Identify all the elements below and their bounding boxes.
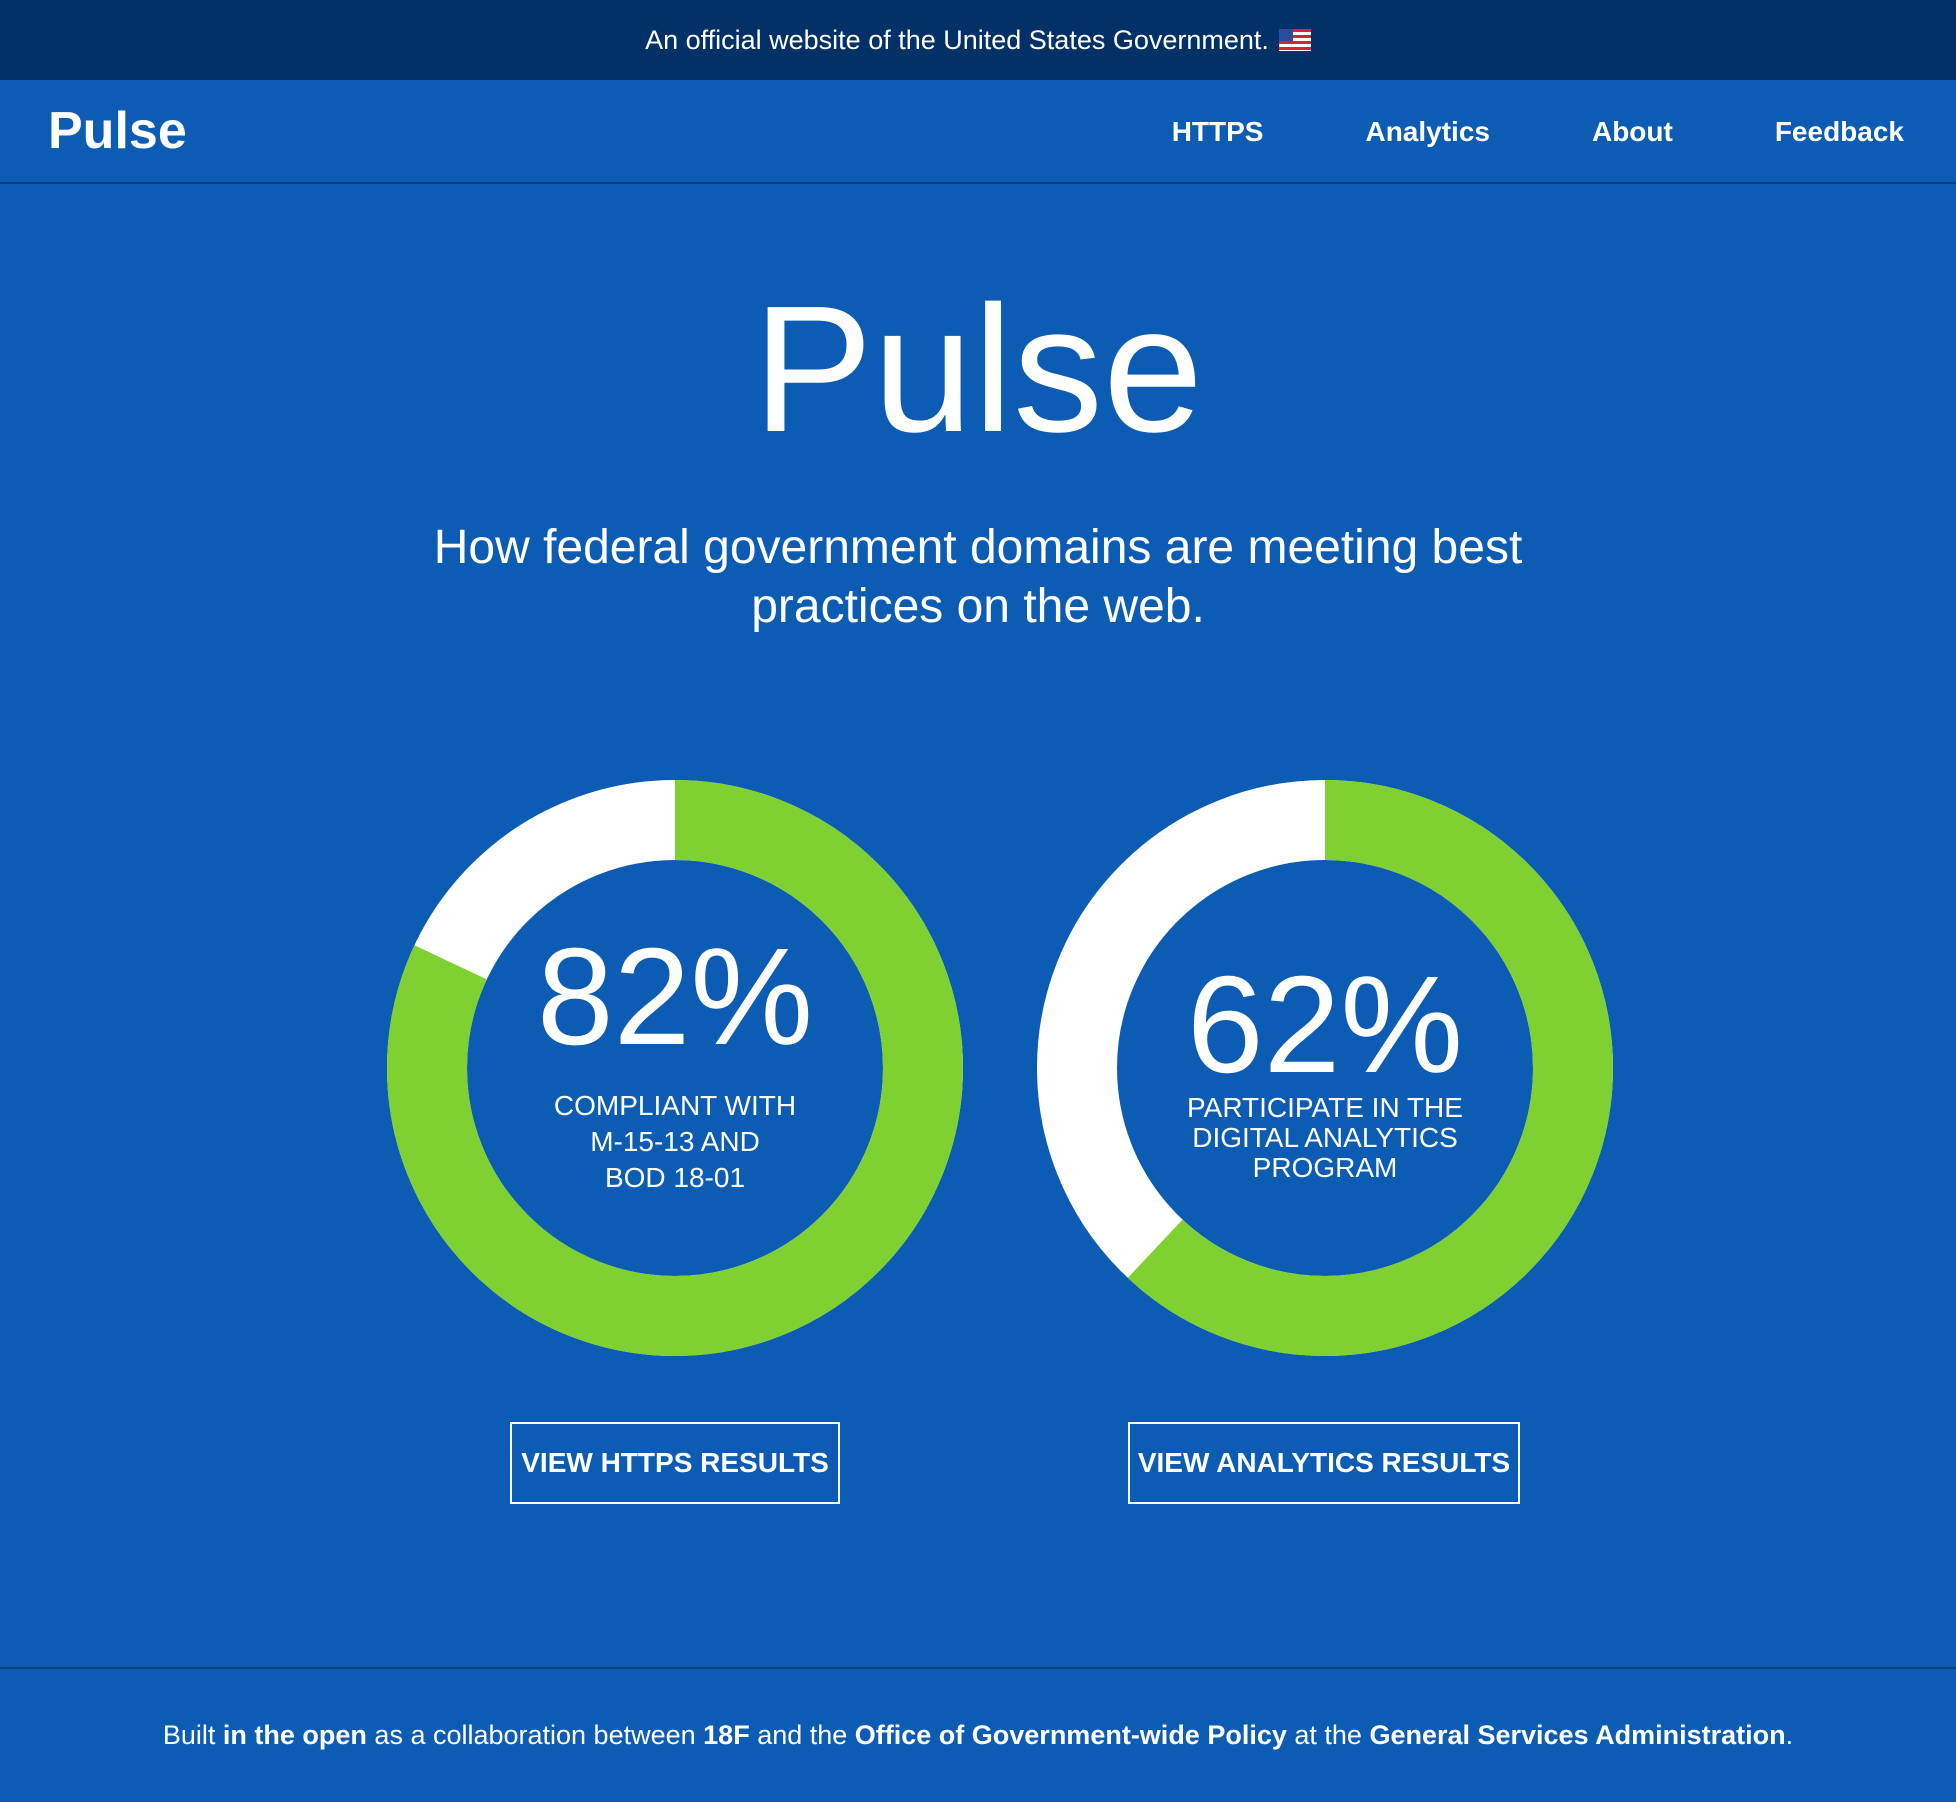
https-desc-line: BOD 18-01 <box>604 1162 746 1193</box>
analytics-desc-line: DIGITAL ANALYTICS <box>1192 1122 1458 1153</box>
analytics-donut-center: 62% PARTICIPATE IN THE DIGITAL ANALYTICS… <box>1037 780 1613 1356</box>
site-footer: Built in the open as a collaboration bet… <box>0 1667 1956 1802</box>
nav-analytics[interactable]: Analytics <box>1365 110 1490 154</box>
hero-subtitle: How federal government domains are meeti… <box>433 521 1523 633</box>
https-percent: 82% <box>536 920 814 1074</box>
analytics-percent: 62% <box>1186 948 1464 1102</box>
view-analytics-results-button[interactable]: VIEW ANALYTICS RESULTS <box>1128 1422 1520 1504</box>
nav-feedback[interactable]: Feedback <box>1775 110 1904 154</box>
https-desc-line: COMPLIANT WITH <box>553 1090 797 1121</box>
site-header: Pulse HTTPS Analytics About Feedback <box>0 80 1956 184</box>
gov-banner: An official website of the United States… <box>0 0 1956 80</box>
analytics-description: PARTICIPATE IN THE DIGITAL ANALYTICS PRO… <box>1165 1093 1485 1183</box>
footer-text-part: . <box>1785 1720 1794 1750</box>
ogp-link[interactable]: Office of Government-wide Policy <box>855 1720 1287 1750</box>
nav-about[interactable]: About <box>1592 110 1673 154</box>
https-donut-chart: 82% COMPLIANT WITH M-15-13 AND BOD 18-01 <box>387 780 963 1356</box>
nav-https[interactable]: HTTPS <box>1172 110 1264 154</box>
18f-link[interactable]: 18F <box>703 1720 750 1750</box>
view-https-results-button[interactable]: VIEW HTTPS RESULTS <box>510 1422 840 1504</box>
gsa-link[interactable]: General Services Administration <box>1369 1720 1785 1750</box>
in-the-open-link[interactable]: in the open <box>223 1720 367 1750</box>
footer-text-part: as a collaboration between <box>366 1720 704 1750</box>
hero-title: Pulse <box>752 269 1204 470</box>
footer-text-part: at the <box>1286 1720 1370 1750</box>
main-nav: HTTPS Analytics About Feedback <box>1070 110 1904 154</box>
site-logo-link[interactable]: Pulse <box>48 100 187 162</box>
footer-text: Built in the open as a collaboration bet… <box>163 1720 1793 1751</box>
footer-text-part: Built <box>162 1720 223 1750</box>
analytics-donut-chart: 62% PARTICIPATE IN THE DIGITAL ANALYTICS… <box>1037 780 1613 1356</box>
hero: Pulse How federal government domains are… <box>0 270 1956 636</box>
us-flag-icon <box>1278 29 1311 51</box>
analytics-desc-line: PARTICIPATE IN THE <box>1187 1092 1463 1123</box>
analytics-desc-line: PROGRAM <box>1252 1152 1398 1183</box>
https-donut-center: 82% COMPLIANT WITH M-15-13 AND BOD 18-01 <box>387 780 963 1356</box>
footer-text-part: and the <box>749 1720 855 1750</box>
https-desc-line: M-15-13 AND <box>590 1126 760 1157</box>
https-description: COMPLIANT WITH M-15-13 AND BOD 18-01 <box>515 1088 835 1196</box>
gov-banner-text: An official website of the United States… <box>645 24 1269 55</box>
